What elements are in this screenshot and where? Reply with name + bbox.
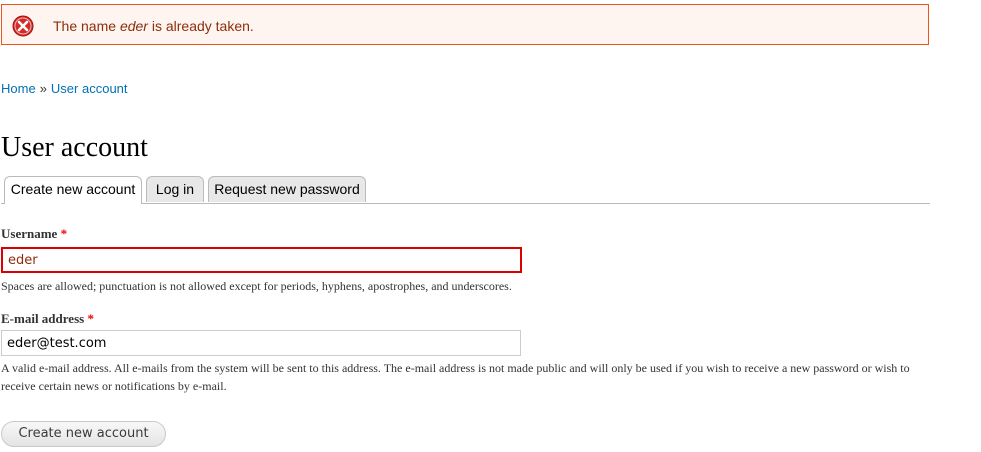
tab-create-new-account[interactable]: Create new account: [4, 176, 142, 204]
error-message-text: The name eder is already taken.: [53, 17, 254, 35]
error-suffix: is already taken.: [147, 18, 254, 34]
breadcrumb-separator: »: [39, 81, 47, 96]
error-x-icon: [12, 15, 34, 37]
email-label-text: E-mail address: [1, 311, 85, 326]
email-label: E-mail address *: [1, 311, 94, 327]
error-message: The name eder is already taken.: [1, 4, 929, 45]
username-input[interactable]: [1, 247, 522, 273]
email-input[interactable]: [1, 330, 521, 356]
error-username: eder: [119, 18, 148, 34]
page-title: User account: [1, 132, 148, 163]
username-required-mark: *: [60, 226, 68, 241]
username-label: Username *: [1, 226, 67, 242]
email-required-mark: *: [87, 311, 94, 326]
email-description: A valid e-mail address. All e-mails from…: [1, 361, 910, 393]
create-new-account-button[interactable]: Create new account: [1, 421, 166, 447]
tab-request-new-password[interactable]: Request new password: [208, 176, 366, 202]
tab-log-in[interactable]: Log in: [146, 176, 204, 202]
tab-bar: Create new account Log in Request new pa…: [1, 176, 930, 204]
error-prefix: The name: [53, 18, 120, 34]
breadcrumb: Home» User account: [1, 81, 128, 97]
username-description: Spaces are allowed; punctuation is not a…: [1, 279, 512, 293]
username-label-text: Username: [1, 226, 58, 241]
breadcrumb-user-account-link[interactable]: User account: [51, 81, 128, 96]
breadcrumb-home-link[interactable]: Home: [1, 81, 36, 96]
